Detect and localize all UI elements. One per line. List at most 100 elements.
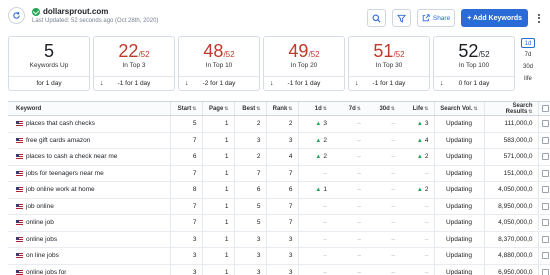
stat-label: In Top 10: [205, 62, 233, 69]
col-7d[interactable]: 7d⇅: [332, 101, 366, 116]
us-flag-icon: [16, 187, 23, 193]
row-checkbox[interactable]: [541, 268, 549, 275]
refresh-button[interactable]: [8, 7, 25, 24]
table-row[interactable]: jobs for teenagers near me 7 1 7 7– – – – Updati…: [8, 165, 550, 182]
col-best-label: Best: [242, 105, 256, 112]
table-row[interactable]: job online 7 1 5 7– – – – Updating 8,950,000,0: [8, 198, 550, 215]
col-search-vol[interactable]: Search Vol.⇅: [433, 101, 484, 116]
row-checkbox[interactable]: [541, 169, 549, 177]
table-row[interactable]: on line jobs 3 1 3 3– – – – Updating 4,880,000,0: [8, 247, 550, 265]
table-row[interactable]: free gift cards amazon 7 1 3 3 ▲ 2– – ▲ 4 Updating…: [8, 132, 550, 149]
row-checkbox[interactable]: [541, 252, 549, 260]
col-30d-label: 30d: [379, 105, 390, 112]
change-1d-cell: ▲ 2: [297, 132, 332, 149]
table-row[interactable]: places that cash checks 5 1 2 2 ▲ 3– – ▲ 3 Updatin…: [8, 115, 550, 133]
up-arrow-icon: ▲: [315, 154, 322, 161]
row-checkbox[interactable]: [541, 186, 549, 194]
site-info: dollarsprout.com Last Updated: 52 second…: [32, 7, 158, 24]
row-checkbox[interactable]: [541, 219, 549, 227]
change-1d-cell: ▲ 1: [297, 181, 332, 199]
col-start[interactable]: Start⇅: [169, 101, 202, 116]
up-arrow-icon: ▲: [416, 137, 423, 144]
search-button[interactable]: [366, 9, 386, 27]
keyword-cell[interactable]: job online work at home: [8, 181, 170, 199]
col-best[interactable]: Best⇅: [233, 101, 266, 116]
col-1d[interactable]: 1d⇅: [297, 101, 332, 116]
select-cell: [537, 264, 550, 275]
select-cell: [537, 181, 550, 199]
period-7d[interactable]: 7d: [521, 50, 535, 60]
period-30d[interactable]: 30d: [521, 62, 535, 72]
table-row[interactable]: places to cash a check near me 6 1 2 4 ▲ 2– – ▲ 2…: [8, 148, 550, 166]
change-life-cell: –: [400, 165, 434, 182]
keyword-cell[interactable]: places that cash checks: [8, 115, 170, 133]
search-vol-cell: Updating: [433, 198, 484, 215]
start-cell: 7: [169, 198, 202, 215]
change-life-cell-value: –: [424, 169, 429, 177]
change-life-cell-value: 2: [424, 153, 429, 161]
col-1d-label: 1d: [314, 105, 322, 112]
col-search-results[interactable]: Search Results⇅: [483, 101, 538, 116]
change-1d-cell: –: [297, 231, 332, 248]
change-30d-value: –: [391, 219, 395, 227]
more-menu-button[interactable]: [534, 9, 544, 27]
row-checkbox[interactable]: [541, 202, 549, 210]
change-1d-cell-value: –: [323, 169, 327, 177]
period-life[interactable]: life: [521, 74, 535, 84]
page-cell: 1: [201, 115, 234, 133]
keyword-cell[interactable]: job online: [8, 198, 170, 215]
stat-footer-text: -1 for 1 day: [287, 80, 321, 87]
col-life[interactable]: Life⇅: [400, 101, 434, 116]
last-updated: Last Updated: 52 seconds ago (Oct 28th, …: [32, 18, 159, 24]
rank-cell: 3: [265, 247, 298, 265]
change-7d-cell: –: [332, 181, 366, 199]
keyword-cell[interactable]: online jobs for: [8, 264, 170, 275]
select-all-checkbox[interactable]: [541, 104, 549, 112]
col-rank[interactable]: Rank⇅: [265, 101, 298, 116]
keyword-text: job online: [26, 202, 54, 210]
sort-icon: ⇅: [356, 105, 361, 112]
keyword-cell[interactable]: online job: [8, 214, 170, 232]
row-checkbox[interactable]: [541, 153, 549, 161]
best-cell: 7: [233, 165, 266, 182]
start-cell: 7: [169, 165, 202, 182]
table-row[interactable]: job online work at home 8 1 6 6 ▲ 1– – ▲ 2 Updatin…: [8, 181, 550, 199]
stat-value: 22: [118, 41, 139, 61]
col-page[interactable]: Page⇅: [201, 101, 234, 116]
keyword-cell[interactable]: on line jobs: [8, 247, 170, 265]
keyword-cell[interactable]: online jobs: [8, 231, 170, 248]
change-7d-value: –: [357, 202, 361, 210]
stat-label: In Top 20: [290, 62, 318, 69]
keyword-cell[interactable]: free gift cards amazon: [8, 132, 170, 149]
change-30d-cell: –: [366, 181, 400, 199]
period-selector: 1d 7d 30d life: [521, 38, 535, 84]
filter-button[interactable]: [391, 9, 411, 27]
table-row[interactable]: online job 7 1 5 7– – – – Updating 4,050,000,0: [8, 214, 550, 232]
share-button[interactable]: Share: [416, 9, 456, 27]
change-life-cell: ▲ 3: [400, 115, 434, 133]
period-1d[interactable]: 1d: [521, 38, 535, 48]
keyword-text: online job: [26, 219, 54, 227]
change-1d-cell-value: –: [323, 235, 327, 243]
change-30d-value: –: [391, 268, 395, 275]
site-check-icon: [32, 7, 40, 16]
change-30d-value: –: [391, 252, 395, 260]
start-cell: 8: [169, 181, 202, 199]
table-row[interactable]: online jobs 3 1 3 3– – – – Updating 8,370,000,0: [8, 231, 550, 248]
change-life-cell: ▲ 2: [400, 181, 434, 199]
change-1d-cell-value: –: [323, 268, 327, 275]
change-life-cell-value: –: [424, 202, 429, 210]
col-keyword[interactable]: Keyword: [8, 101, 170, 116]
change-life-cell: ▲ 4: [400, 132, 434, 149]
start-cell: 3: [169, 247, 202, 265]
col-30d[interactable]: 30d⇅: [366, 101, 400, 116]
stat-value: 52: [458, 41, 479, 61]
row-checkbox[interactable]: [541, 235, 549, 243]
table-row[interactable]: online jobs for 3 1 3 3– – – – Updating 6,950,000…: [8, 264, 550, 275]
keyword-cell[interactable]: places to cash a check near me: [8, 148, 170, 166]
keyword-cell[interactable]: jobs for teenagers near me: [8, 165, 170, 182]
row-checkbox[interactable]: [541, 136, 549, 144]
row-checkbox[interactable]: [541, 120, 549, 128]
toolbar: Share + Add Keywords: [366, 9, 544, 27]
add-keywords-button[interactable]: + Add Keywords: [461, 9, 528, 27]
